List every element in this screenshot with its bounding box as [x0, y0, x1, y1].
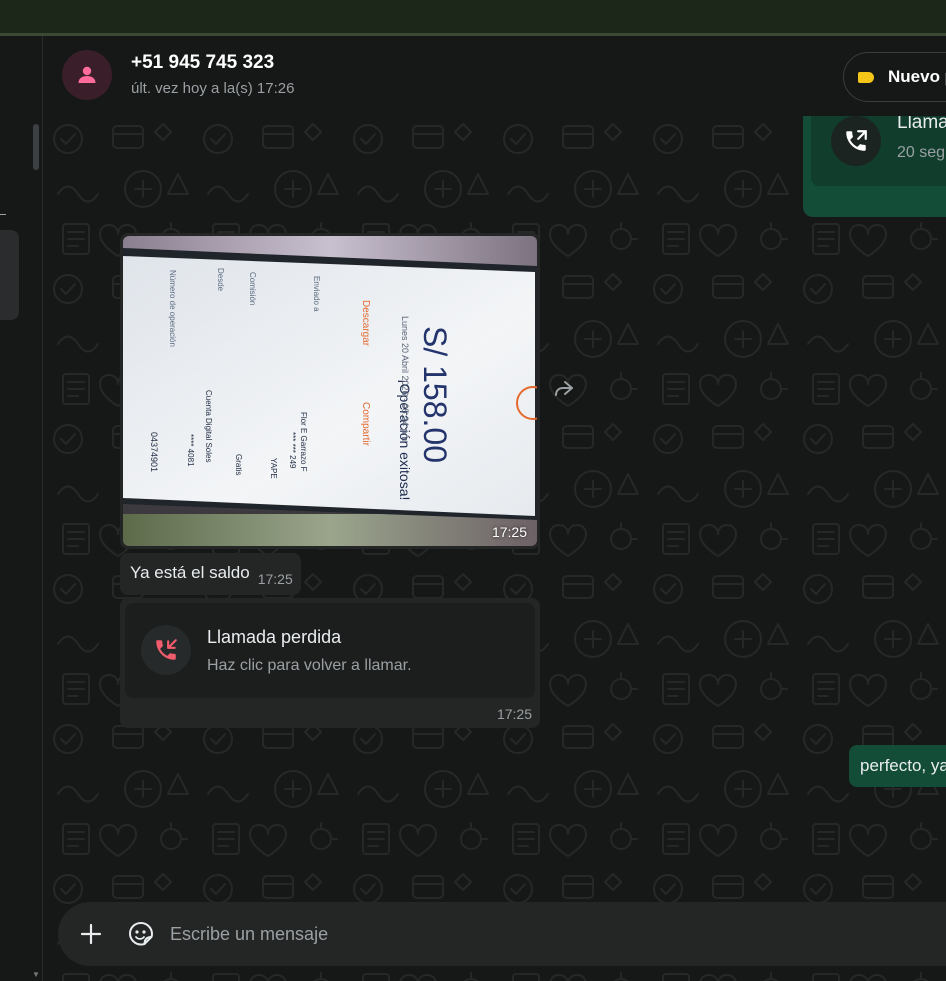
text-message-bubble[interactable]: Ya está el saldo 17:25 — [120, 553, 301, 595]
chat-list-pane: ▼ — [0, 36, 43, 981]
plus-icon — [80, 923, 102, 945]
divider — [0, 214, 6, 215]
outgoing-call-icon — [846, 130, 867, 151]
contact-avatar[interactable] — [62, 50, 112, 100]
attach-button[interactable] — [74, 923, 108, 945]
contact-last-seen: últ. vez hoy a la(s) 17:26 — [131, 80, 295, 97]
new-label-button[interactable]: Nuevo p — [843, 52, 946, 102]
scroll-down-arrow[interactable]: ▼ — [32, 970, 40, 979]
message-composer — [58, 902, 946, 966]
missed-call-time: 17:25 — [496, 706, 532, 722]
message-input[interactable] — [170, 923, 770, 945]
outgoing-call-bubble[interactable]: Llamad 20 segu — [803, 112, 946, 217]
selected-chat-item[interactable] — [0, 230, 19, 320]
outgoing-call-icon-circle — [831, 116, 881, 166]
browser-top-strip — [0, 0, 946, 36]
forward-icon — [555, 381, 573, 396]
message-text: Ya está el saldo — [130, 563, 250, 582]
forward-button[interactable] — [550, 376, 576, 402]
conversation-panel: +51 945 745 323 últ. vez hoy a la(s) 17:… — [43, 36, 946, 981]
missed-call-bubble[interactable]: Llamada perdida Haz clic para volver a l… — [120, 598, 540, 728]
missed-call-icon-circle — [141, 625, 191, 675]
chat-header[interactable]: +51 945 745 323 últ. vez hoy a la(s) 17:… — [43, 36, 946, 116]
image-message-time: 17:25 — [491, 524, 527, 540]
outgoing-call-card[interactable]: Llamad 20 segu — [811, 112, 946, 186]
sticker-button[interactable] — [124, 920, 158, 948]
message-time: 17:25 — [257, 571, 293, 587]
outgoing-call-duration: 20 segu — [897, 144, 946, 161]
outgoing-message-text: perfecto, ya — [860, 756, 946, 775]
receipt-photo[interactable]: ¡Operación exitosa! S/ 158.00 Lunes 20 A… — [123, 236, 537, 546]
outgoing-text-bubble[interactable]: perfecto, ya — [849, 745, 946, 787]
person-icon — [78, 66, 96, 83]
missed-call-title: Llamada perdida — [207, 627, 342, 647]
receipt-photo-render — [123, 236, 537, 546]
missed-call-icon — [156, 639, 177, 660]
contact-name: +51 945 745 323 — [131, 52, 275, 73]
image-message-bubble[interactable]: ¡Operación exitosa! S/ 158.00 Lunes 20 A… — [120, 233, 540, 549]
missed-call-subtitle: Haz clic para volver a llamar. — [207, 657, 412, 674]
sticker-icon — [128, 921, 154, 946]
label-tag-icon — [858, 71, 874, 83]
label-button-text: Nuevo p — [888, 67, 946, 86]
chat-list-scrollbar[interactable] — [33, 124, 39, 170]
missed-call-card[interactable]: Llamada perdida Haz clic para volver a l… — [125, 603, 535, 698]
